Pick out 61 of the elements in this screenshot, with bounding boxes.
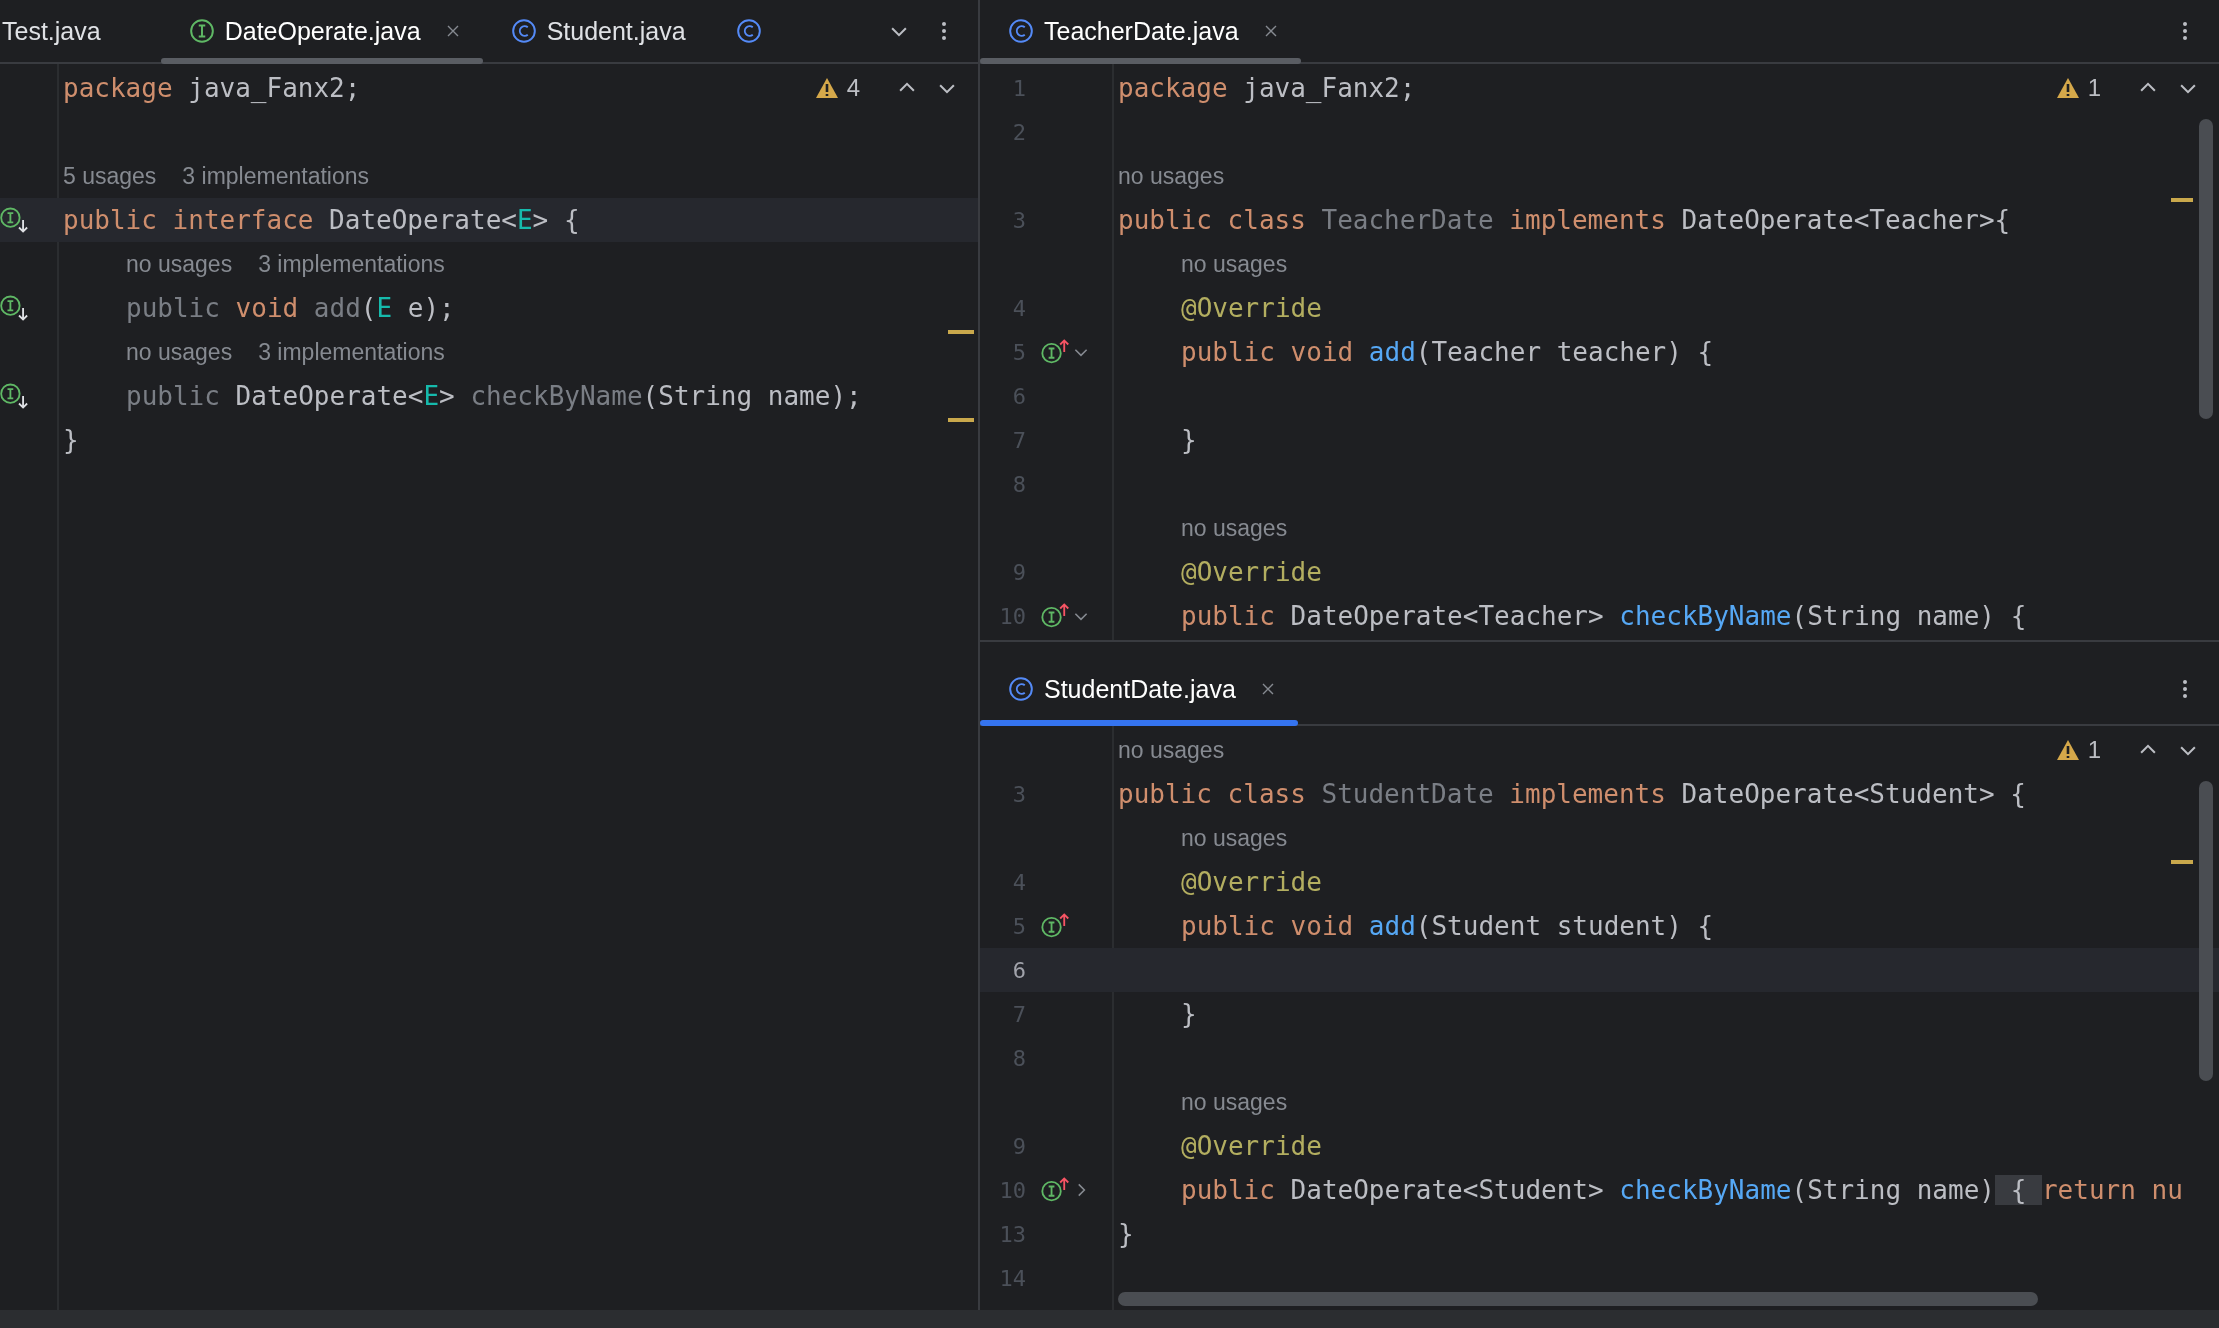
usage-hint[interactable]: 3 implementations: [182, 162, 369, 190]
usage-hint[interactable]: no usages: [1181, 824, 1288, 852]
scrollbar[interactable]: [1118, 1292, 2038, 1306]
editor-tab[interactable]: Test.java: [0, 0, 161, 62]
usage-hint[interactable]: 3 implementations: [258, 338, 445, 366]
more-icon[interactable]: [940, 19, 948, 43]
implemented-icon[interactable]: [0, 294, 30, 322]
code-line: public void add(Teacher teacher) {: [1181, 337, 1714, 367]
code-line: public class StudentDate implements DateOperate<Student> {: [1118, 779, 2026, 809]
code-line: @Override: [1181, 293, 1322, 323]
editor-tab[interactable]: Student.java: [482, 0, 708, 62]
implemented-icon[interactable]: [0, 382, 30, 410]
code-line: @Override: [1181, 867, 1322, 897]
usage-hint[interactable]: no usages: [1181, 1088, 1288, 1116]
code-line: }: [1181, 425, 1197, 455]
warning-count[interactable]: 1: [2087, 736, 2101, 764]
usage-hint[interactable]: no usages: [1181, 250, 1288, 278]
line-number: 6: [1011, 957, 1026, 983]
usage-hint[interactable]: 3 implementations: [258, 250, 445, 278]
class-icon: [1008, 676, 1034, 702]
scrollbar[interactable]: [2199, 781, 2213, 1081]
usage-hint[interactable]: no usages: [126, 250, 233, 278]
usage-hint[interactable]: no usages: [1181, 514, 1288, 542]
usage-hint[interactable]: no usages: [126, 338, 233, 366]
code-line: public class TeacherDate implements DateOperate<Teacher>{: [1118, 205, 2011, 235]
class-icon: [510, 18, 537, 44]
code-line: @Override: [1181, 557, 1322, 587]
code-line: public DateOperate<Teacher> checkByName(String name) {: [1181, 601, 2027, 631]
interface-icon: [188, 18, 215, 44]
code-line: package java_Fanx2;: [1118, 73, 1416, 103]
code-line: }: [1181, 999, 1197, 1029]
warning-icon[interactable]: [814, 77, 839, 99]
code-line: }: [1118, 1219, 1134, 1249]
implemented-icon[interactable]: [0, 206, 30, 234]
code-line: public void add(E e);: [126, 293, 455, 323]
implementing-icon[interactable]: [1040, 602, 1070, 630]
warning-count[interactable]: 1: [2087, 74, 2101, 102]
code-line: public interface DateOperate<E> {: [63, 205, 580, 235]
class-icon: [1008, 18, 1034, 44]
editor-tab[interactable]: DateOperate.java: [160, 0, 483, 62]
usage-hint[interactable]: no usages: [1118, 736, 1225, 764]
code-line: @Override: [1181, 1131, 1322, 1161]
code-line: public DateOperate<Student> checkByName(String name) { return nu: [1181, 1175, 2183, 1205]
warning-count[interactable]: 4: [846, 74, 860, 102]
editor-tab[interactable]: TeacherDate.java: [980, 0, 1301, 62]
scrollbar[interactable]: [2199, 119, 2213, 419]
implementing-icon[interactable]: [1040, 338, 1070, 366]
code-line: public void add(Student student) {: [1181, 911, 1714, 941]
code-line: }: [63, 425, 79, 455]
editor-tab[interactable]: StudentDate.java: [980, 654, 1298, 724]
code-line: package java_Fanx2;: [63, 73, 361, 103]
warning-icon[interactable]: [2055, 77, 2080, 99]
implementing-icon[interactable]: [1040, 1176, 1070, 1204]
usage-hint[interactable]: 5 usages: [63, 162, 157, 190]
class-icon: [735, 18, 762, 44]
implementing-icon[interactable]: [1040, 912, 1070, 940]
more-icon[interactable]: [2181, 677, 2189, 701]
warning-icon[interactable]: [2055, 739, 2080, 761]
code-line: public DateOperate<E> checkByName(String name);: [126, 381, 862, 411]
more-icon[interactable]: [2181, 19, 2189, 43]
usage-hint[interactable]: no usages: [1118, 162, 1225, 190]
